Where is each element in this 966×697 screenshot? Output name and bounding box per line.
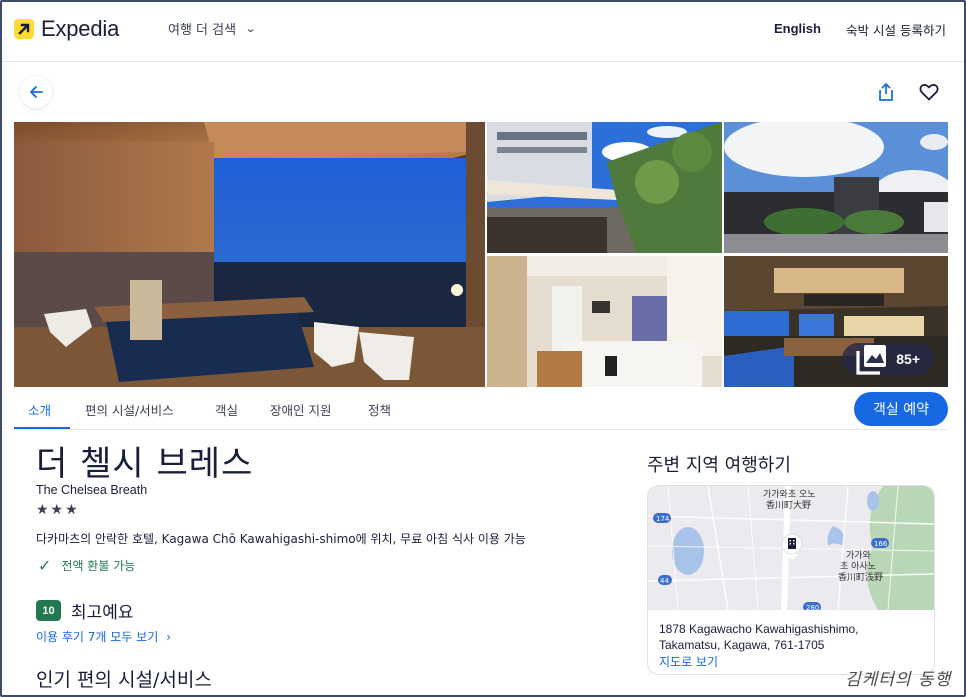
property-name: 더 첼시 브레스 [36, 444, 254, 484]
tab-accessibility[interactable]: 장애인 지원 [270, 400, 331, 419]
rating-score-badge: 10 [36, 600, 61, 621]
share-icon [879, 83, 893, 101]
map-label-asano: 가가와 [846, 549, 871, 561]
brand-name: Expedia [41, 16, 120, 41]
checkmark-icon: ✓ [38, 556, 52, 575]
view-all-photos-button[interactable]: 85+ [842, 343, 934, 375]
tab-amenities[interactable]: 편의 시설/서비스 [85, 400, 174, 419]
guest-rating: 10 최고예요 [36, 598, 134, 623]
property-address: 1878 Kagawacho Kawahigashishimo, Takamat… [659, 621, 858, 653]
explore-area-heading: 주변 지역 여행하기 [647, 455, 791, 476]
map-preview[interactable]: 가가와초 오노 香川町大野 가가와 초 아사노 香川町浅野 174 166 44… [648, 486, 934, 610]
chevron-down-icon: ⌄ [244, 22, 257, 35]
rating-label: 최고예요 [71, 603, 134, 623]
photo-main[interactable] [14, 122, 485, 387]
property-description: 다카마츠의 안락한 호텔, Kagawa Chō Kawahigashi-shi… [36, 532, 526, 546]
star-rating: ★★★ [36, 502, 80, 518]
language-selector[interactable]: English [774, 21, 821, 36]
section-tabs: 소개 편의 시설/서비스 객실 장애인 지원 정책 [14, 390, 948, 430]
view-map-link[interactable]: 지도로 보기 [659, 653, 718, 670]
photo-exterior[interactable] [724, 122, 948, 253]
active-tab-indicator [14, 427, 70, 429]
refund-policy: ✓ 전액 환불 가능 [38, 556, 135, 575]
chevron-right-icon: › [166, 629, 172, 644]
map-card: 가가와초 오노 香川町大野 가가와 초 아사노 香川町浅野 174 166 44… [647, 485, 935, 675]
watermark: 김케터의 동행 [845, 670, 952, 690]
expedia-logo[interactable]: Expedia [14, 16, 119, 42]
reserve-room-button[interactable]: 객실 예약 [854, 392, 948, 426]
map-label-asano-ja: 香川町浅野 [838, 571, 883, 583]
road-166: 166 [874, 540, 888, 548]
road-174: 174 [656, 515, 670, 523]
photo-gallery: 85+ [14, 122, 948, 387]
list-property-link[interactable]: 숙박 시설 등록하기 [846, 20, 946, 39]
map-label-ono-ja: 香川町大野 [766, 499, 811, 511]
favorite-button[interactable] [916, 80, 942, 104]
heart-icon [919, 84, 939, 101]
photo-gallery-icon [856, 345, 887, 375]
road-280: 280 [806, 604, 819, 610]
share-button[interactable] [874, 80, 898, 104]
expedia-arrow-icon [14, 19, 34, 39]
top-header: Expedia 여행 더 검색 ⌄ English 숙박 시설 등록하기 [0, 0, 966, 62]
map-label-ono: 가가와초 오노 [763, 488, 816, 500]
map-label-asano-2: 초 아사노 [840, 561, 876, 572]
back-button[interactable] [20, 76, 52, 108]
tab-policies[interactable]: 정책 [368, 400, 391, 419]
see-all-reviews-link[interactable]: 이용 후기 7개 모두 보기 › [36, 628, 171, 645]
more-travel-dropdown[interactable]: 여행 더 검색 ⌄ [168, 19, 257, 38]
tab-overview[interactable]: 소개 [28, 400, 51, 419]
photo-count: 85+ [896, 351, 920, 367]
photo-terrace[interactable] [487, 122, 722, 253]
property-name-english: The Chelsea Breath [36, 483, 148, 497]
address-line-1: 1878 Kagawacho Kawahigashishimo, [659, 622, 859, 636]
arrow-left-icon [30, 86, 43, 98]
reviews-link-label: 이용 후기 7개 모두 보기 [36, 630, 159, 644]
road-44: 44 [660, 577, 669, 585]
address-line-2: Takamatsu, Kagawa, 761-1705 [659, 638, 825, 652]
refund-label: 전액 환불 가능 [61, 559, 136, 573]
tab-rooms[interactable]: 객실 [215, 400, 238, 419]
photo-guest-room[interactable] [487, 256, 722, 387]
photo-restaurant[interactable]: 85+ [724, 256, 948, 387]
popular-amenities-heading: 인기 편의 시설/서비스 [36, 669, 212, 691]
more-travel-label: 여행 더 검색 [168, 23, 237, 38]
